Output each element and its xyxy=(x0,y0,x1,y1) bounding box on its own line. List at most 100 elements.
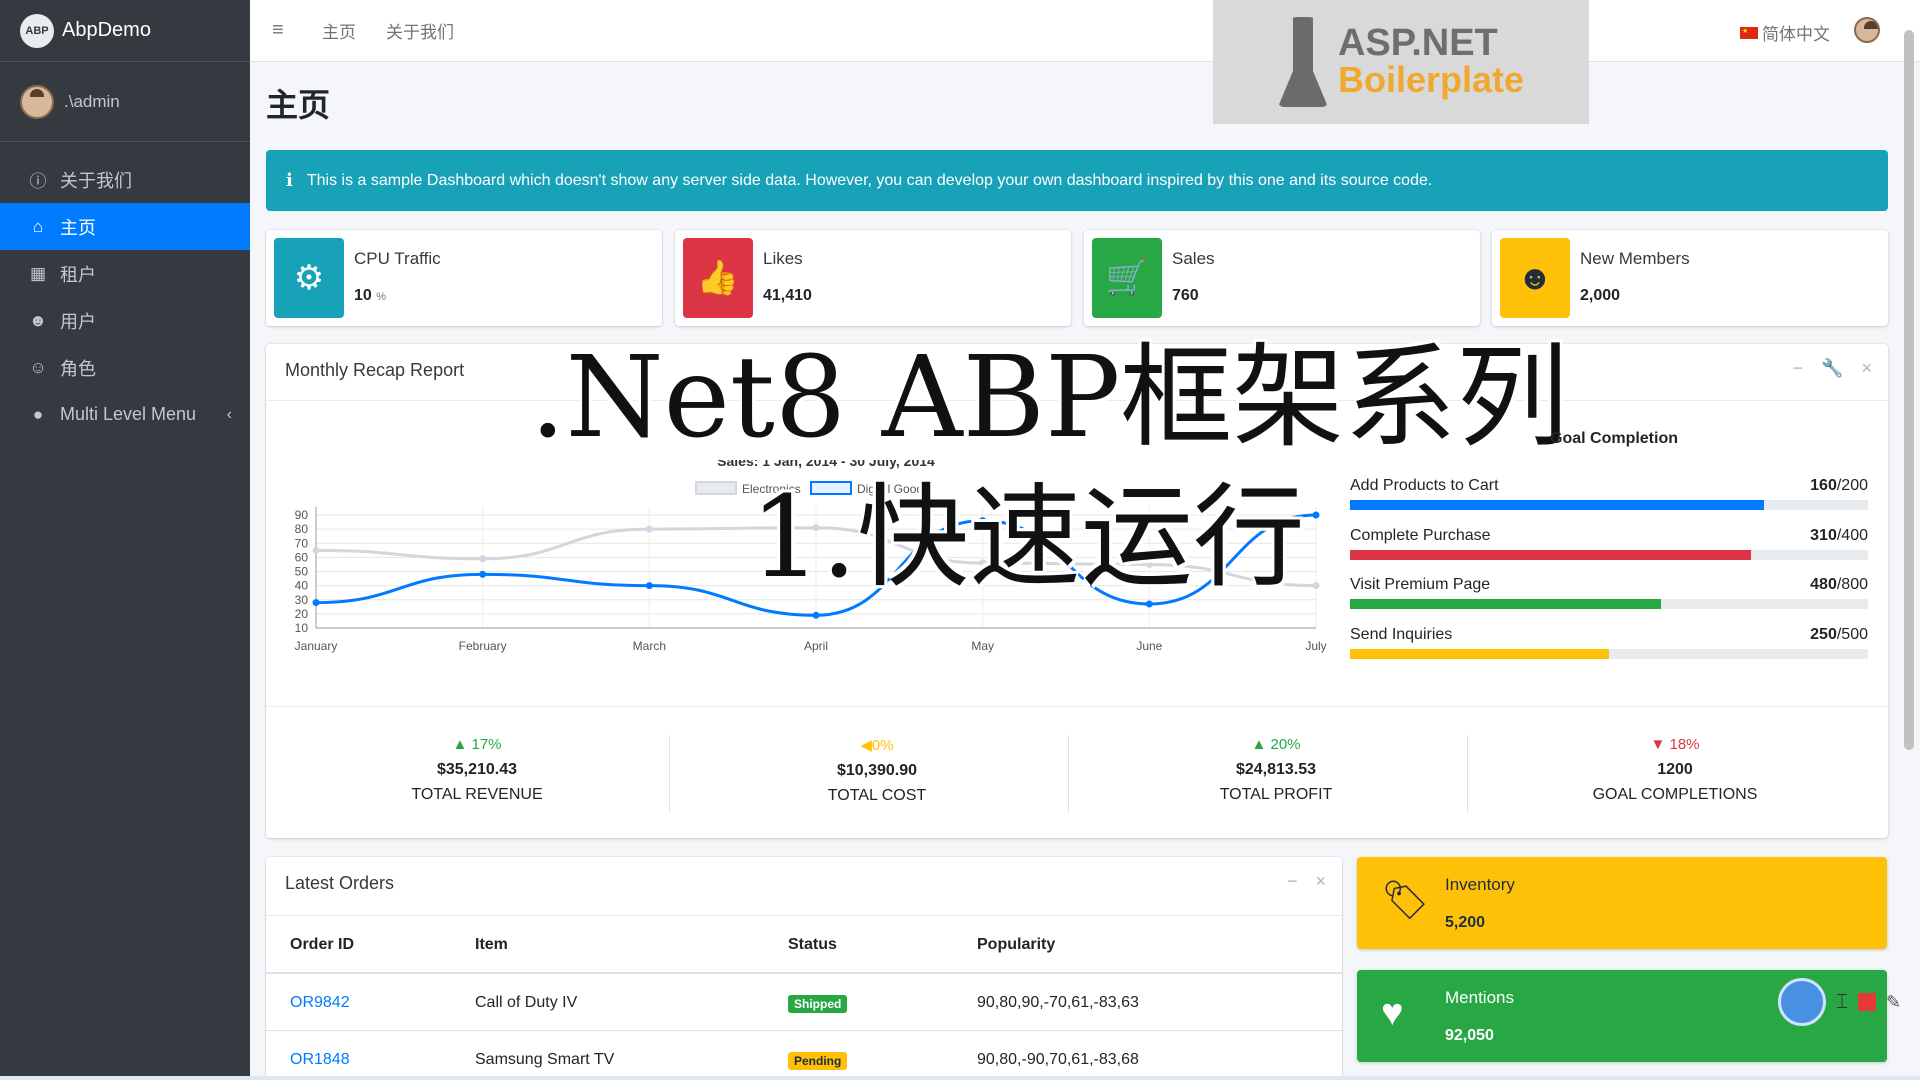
x-tick-label: January xyxy=(295,639,338,653)
card-tools: − × xyxy=(1287,871,1326,892)
order-id-link[interactable]: OR1848 xyxy=(290,1051,350,1069)
sidebar-item-home[interactable]: ⌂ 主页 xyxy=(0,203,250,250)
goal-max: /500 xyxy=(1836,626,1868,643)
sidebar-item-label: 用户 xyxy=(60,311,96,332)
info-box-unit: % xyxy=(376,291,387,303)
language-selector[interactable]: 简体中文 xyxy=(1740,20,1830,45)
side-box-value: 5,200 xyxy=(1445,914,1486,931)
user-menu-avatar[interactable] xyxy=(1854,17,1880,43)
overlay-subtitle: 1.快速运行 xyxy=(750,473,1305,603)
sidebar-item-users[interactable]: ☻ 用户 xyxy=(0,297,250,344)
language-label: 简体中文 xyxy=(1762,25,1830,44)
circle-icon: ● xyxy=(32,404,44,424)
x-tick-label: April xyxy=(804,639,828,653)
stat-percentage: ▲ 20% xyxy=(1106,736,1446,753)
goal-progress-complete-purchase: Complete Purchase 310/400 xyxy=(1350,527,1868,560)
stat-total-revenue: ▲ 17% $35,210.43 TOTAL REVENUE xyxy=(307,736,647,804)
stat-amount: $10,390.90 xyxy=(836,762,918,779)
progress-track xyxy=(1350,500,1868,510)
progress-fill xyxy=(1350,500,1765,510)
goal-label: Add Products to Cart xyxy=(1350,477,1499,494)
wrench-icon[interactable]: 🔧 xyxy=(1821,358,1843,379)
info-box-value: 2,000 xyxy=(1580,287,1621,304)
progress-track xyxy=(1350,550,1868,560)
boilerplate-logo-icon xyxy=(1277,17,1328,107)
order-id-link[interactable]: OR9842 xyxy=(290,994,350,1012)
sidebar-nav: ⓘ 关于我们 ⌂ 主页 ▦ 租户 ☻ 用户 ☺ 角色 ● Multi Level… xyxy=(0,156,250,438)
top-link-home[interactable]: 主页 xyxy=(322,18,356,43)
minimize-icon[interactable]: − xyxy=(1793,358,1804,379)
card-title: Monthly Recap Report xyxy=(285,360,465,380)
y-tick-label: 60 xyxy=(295,550,309,564)
goal-number: 310/400 xyxy=(1810,527,1868,545)
sidebar-item-label: Multi Level Menu xyxy=(60,404,197,424)
topbar: ≡ 主页 关于我们 简体中文 xyxy=(250,0,1920,62)
user-panel[interactable]: .\admin xyxy=(0,62,250,142)
chevron-left-icon: ‹ xyxy=(226,405,232,423)
stat-divider xyxy=(1068,735,1069,813)
screen-recorder-toolbar: ⌶ ✎ xyxy=(1778,978,1901,1026)
info-box-cpu-traffic: ⚙ CPU Traffic 10 % xyxy=(266,230,662,326)
pen-icon[interactable]: ✎ xyxy=(1886,992,1901,1013)
card-tools: − 🔧 × xyxy=(1793,358,1872,379)
alert-text: This is a sample Dashboard which doesn't… xyxy=(306,171,1433,189)
recorder-camera-icon[interactable] xyxy=(1778,978,1826,1026)
y-tick-label: 70 xyxy=(295,536,309,550)
y-tick-label: 50 xyxy=(295,565,309,579)
table-row: OR9842 Call of Duty IV Shipped 90,80,90,… xyxy=(266,972,1342,1030)
info-box-label: CPU Traffic xyxy=(354,249,441,268)
y-tick-label: 80 xyxy=(295,522,309,536)
sidebar-item-about[interactable]: ⓘ 关于我们 xyxy=(0,156,250,203)
goal-value: 250 xyxy=(1810,626,1837,643)
progress-fill xyxy=(1350,599,1661,609)
progress-fill xyxy=(1350,550,1752,560)
brand-name: AbpDemo xyxy=(62,19,151,41)
sidebar: ABP AbpDemo .\admin ⓘ 关于我们 ⌂ 主页 ▦ 租户 ☻ 用… xyxy=(0,0,250,1080)
stat-pct-value: 0% xyxy=(871,737,894,754)
page-scrollbar[interactable] xyxy=(1904,30,1914,750)
goal-max: /800 xyxy=(1836,576,1868,593)
card-divider xyxy=(266,915,1342,916)
stop-record-icon[interactable] xyxy=(1858,993,1876,1011)
close-icon[interactable]: × xyxy=(1315,871,1326,892)
x-tick-label: July xyxy=(1305,639,1326,653)
goal-completion-title: Goal Completion xyxy=(1550,430,1678,447)
home-icon: ⌂ xyxy=(32,216,44,236)
top-link-about[interactable]: 关于我们 xyxy=(386,18,454,43)
data-point xyxy=(1312,582,1320,590)
data-point xyxy=(479,555,487,563)
brand-link[interactable]: ABP AbpDemo xyxy=(0,0,250,62)
sidebar-item-tenants[interactable]: ▦ 租户 xyxy=(0,250,250,297)
stat-percentage: ▼ 18% xyxy=(1505,736,1845,753)
latest-orders-card: Latest Orders − × Order ID Item Status P… xyxy=(266,857,1342,1080)
minimize-icon[interactable]: − xyxy=(1287,871,1298,892)
stat-amount: 1200 xyxy=(1657,761,1693,778)
order-item: Call of Duty IV xyxy=(475,994,578,1011)
inventory-box: 🏷 Inventory 5,200 xyxy=(1357,857,1887,949)
watermark-line1: ASP.NET xyxy=(1337,22,1498,64)
y-tick-label: 10 xyxy=(295,621,309,635)
overlay-title: .Net8 ABP框架系列 xyxy=(530,333,1569,463)
users-icon: ☻ xyxy=(1500,238,1570,318)
progress-track xyxy=(1350,649,1868,659)
goal-label: Complete Purchase xyxy=(1350,527,1491,544)
theater-masks-icon: ☺ xyxy=(29,357,47,377)
goal-value: 160 xyxy=(1810,477,1837,494)
stat-label: TOTAL REVENUE xyxy=(411,786,543,803)
column-header-item: Item xyxy=(475,936,508,953)
column-header-status: Status xyxy=(788,936,837,953)
sidebar-item-multi-level-menu[interactable]: ● Multi Level Menu ‹ xyxy=(0,391,250,438)
info-box-label: Likes xyxy=(763,249,803,268)
y-tick-label: 90 xyxy=(295,508,309,522)
building-icon: ▦ xyxy=(29,263,47,283)
cursor-icon: ⌶ xyxy=(1836,990,1848,1013)
info-icon: i xyxy=(286,170,293,191)
menu-toggle-icon[interactable]: ≡ xyxy=(272,19,292,42)
sidebar-item-roles[interactable]: ☺ 角色 xyxy=(0,344,250,391)
progress-fill xyxy=(1350,649,1609,659)
progress-track xyxy=(1350,599,1868,609)
user-name: .\admin xyxy=(64,91,120,111)
card-title: Latest Orders xyxy=(285,873,395,893)
close-icon[interactable]: × xyxy=(1861,358,1872,379)
info-box-number: 10 xyxy=(354,287,372,304)
